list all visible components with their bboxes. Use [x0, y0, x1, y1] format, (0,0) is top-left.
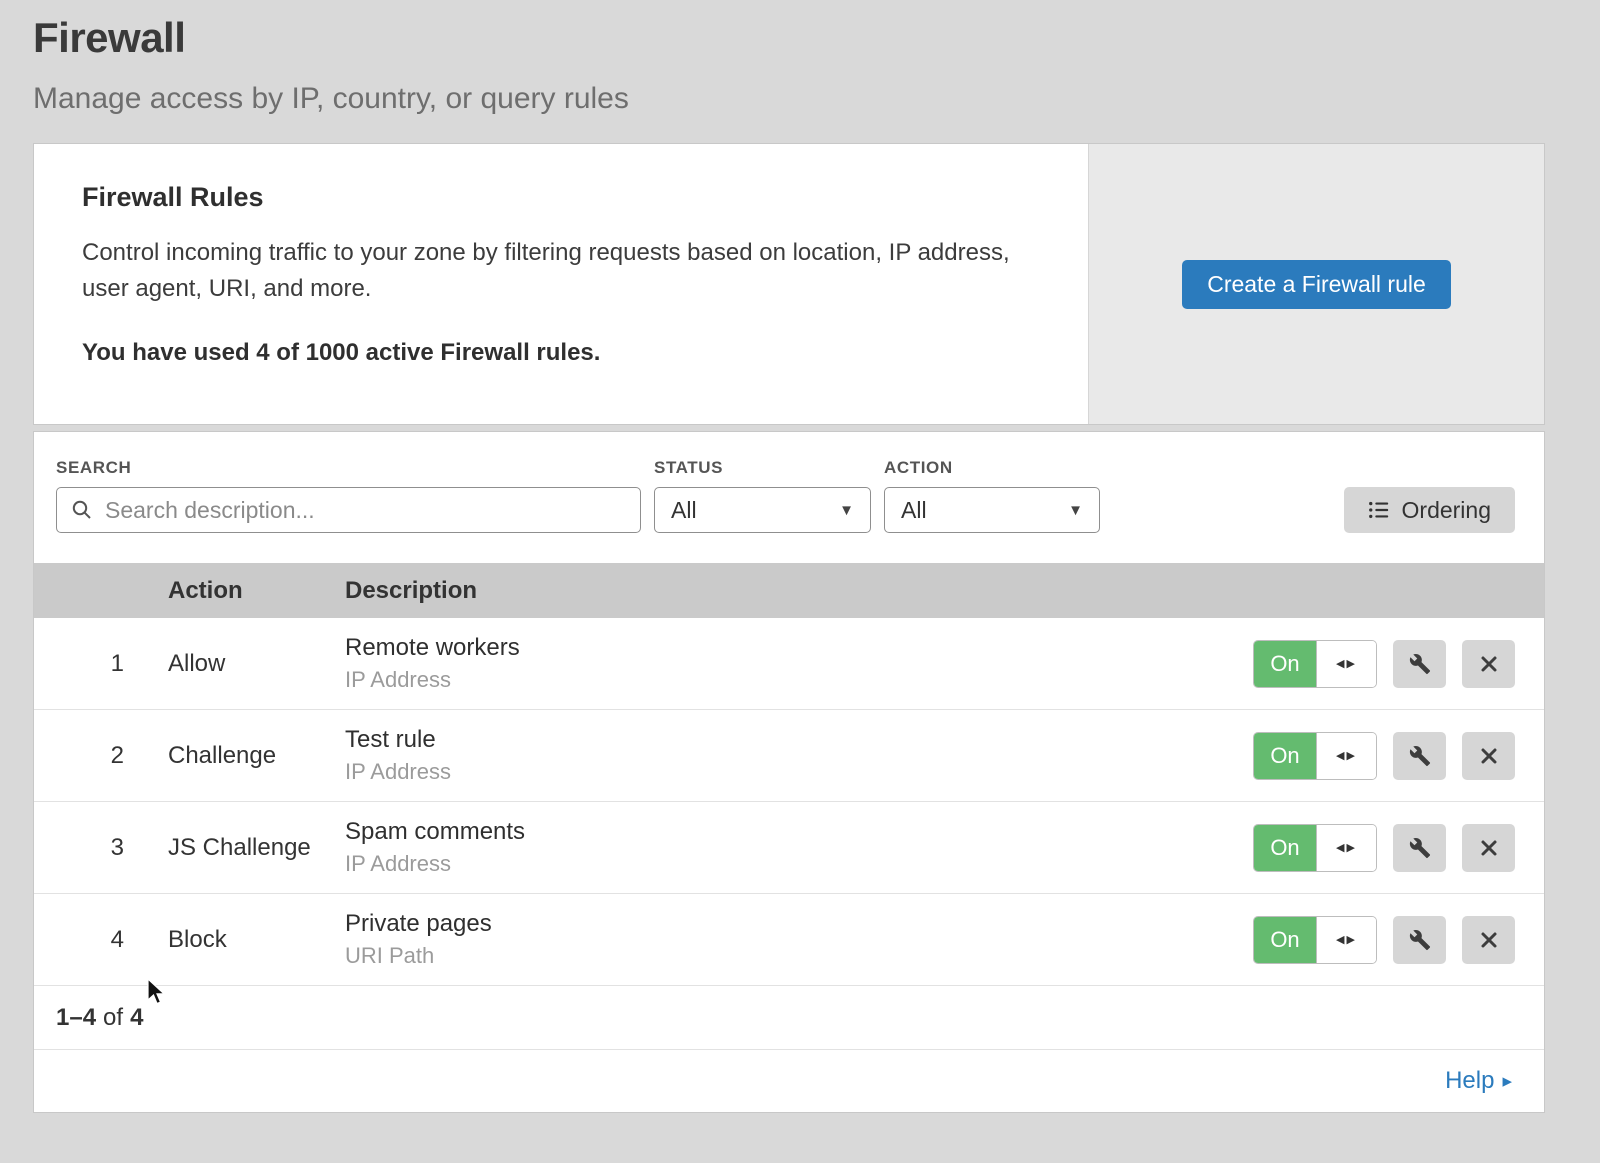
status-select[interactable]: All ▼ — [654, 487, 871, 533]
rule-enabled-toggle[interactable]: On ◀▶ — [1253, 916, 1377, 964]
table-row: 4 Block Private pages URI Path On ◀▶ — [34, 894, 1544, 986]
close-icon — [1479, 654, 1499, 674]
rule-action: Challenge — [168, 742, 345, 770]
action-column-header: Action — [168, 577, 345, 605]
rule-description: Remote workers — [345, 634, 1253, 662]
rule-number: 1 — [34, 650, 168, 678]
rule-match-type: IP Address — [345, 851, 1253, 877]
edit-rule-button[interactable] — [1393, 916, 1446, 964]
toggle-on-label[interactable]: On — [1254, 917, 1316, 963]
status-selected-value: All — [671, 497, 697, 524]
close-icon — [1479, 838, 1499, 858]
edit-rule-button[interactable] — [1393, 824, 1446, 872]
rule-description-cell: Private pages URI Path — [345, 910, 1253, 969]
action-selected-value: All — [901, 497, 927, 524]
card-description: Control incoming traffic to your zone by… — [82, 235, 1032, 307]
rule-description: Spam comments — [345, 818, 1253, 846]
close-icon — [1479, 930, 1499, 950]
table-row: 2 Challenge Test rule IP Address On ◀▶ — [34, 710, 1544, 802]
help-row: Help ▸ — [34, 1050, 1544, 1112]
close-icon — [1479, 746, 1499, 766]
wrench-icon — [1409, 929, 1431, 951]
delete-rule-button[interactable] — [1462, 732, 1515, 780]
rule-description-cell: Remote workers IP Address — [345, 634, 1253, 693]
search-input-wrapper[interactable] — [56, 487, 641, 533]
wrench-icon — [1409, 653, 1431, 675]
rule-enabled-toggle[interactable]: On ◀▶ — [1253, 732, 1377, 780]
ordering-button-label: Ordering — [1402, 497, 1491, 524]
delete-rule-button[interactable] — [1462, 916, 1515, 964]
rule-controls: On ◀▶ — [1253, 916, 1544, 964]
rule-match-type: IP Address — [345, 759, 1253, 785]
rule-action: Allow — [168, 650, 345, 678]
action-select[interactable]: All ▼ — [884, 487, 1100, 533]
description-column-header: Description — [345, 577, 1544, 605]
action-label: ACTION — [884, 458, 1100, 478]
pagination-range: 1–4 — [56, 1004, 96, 1032]
firewall-page: Firewall Manage access by IP, country, o… — [0, 0, 1600, 1113]
help-link[interactable]: Help ▸ — [1445, 1067, 1512, 1095]
rule-enabled-toggle[interactable]: On ◀▶ — [1253, 824, 1377, 872]
pagination-of: of — [103, 1004, 123, 1032]
card-action-panel: Create a Firewall rule — [1088, 144, 1544, 424]
delete-rule-button[interactable] — [1462, 640, 1515, 688]
rule-description-cell: Spam comments IP Address — [345, 818, 1253, 877]
rule-action: JS Challenge — [168, 834, 345, 862]
pagination: 1–4 of 4 — [34, 986, 1544, 1050]
ordering-list-icon — [1368, 499, 1390, 521]
filters-bar: SEARCH STATUS All ▼ — [34, 432, 1544, 563]
rules-table-body: 1 Allow Remote workers IP Address On ◀▶ — [34, 618, 1544, 986]
card-heading: Firewall Rules — [82, 182, 1040, 213]
edit-rule-button[interactable] — [1393, 732, 1446, 780]
search-label: SEARCH — [56, 458, 641, 478]
rule-number: 3 — [34, 834, 168, 862]
search-input[interactable] — [103, 496, 626, 525]
rule-enabled-toggle[interactable]: On ◀▶ — [1253, 640, 1377, 688]
toggle-knob-icon[interactable]: ◀▶ — [1316, 641, 1376, 687]
status-filter-group: STATUS All ▼ — [654, 458, 871, 533]
delete-rule-button[interactable] — [1462, 824, 1515, 872]
toggle-on-label[interactable]: On — [1254, 641, 1316, 687]
rule-controls: On ◀▶ — [1253, 732, 1544, 780]
rules-card: SEARCH STATUS All ▼ — [33, 431, 1545, 1113]
wrench-icon — [1409, 745, 1431, 767]
firewall-rules-card-body: Firewall Rules Control incoming traffic … — [34, 144, 1088, 424]
edit-rule-button[interactable] — [1393, 640, 1446, 688]
chevron-down-icon: ▼ — [839, 502, 854, 519]
toggle-knob-icon[interactable]: ◀▶ — [1316, 825, 1376, 871]
rule-number: 2 — [34, 742, 168, 770]
search-icon — [71, 499, 93, 521]
rule-number: 4 — [34, 926, 168, 954]
usage-text: You have used 4 of 1000 active Firewall … — [82, 339, 1040, 367]
firewall-rules-card: Firewall Rules Control incoming traffic … — [33, 143, 1545, 425]
status-label: STATUS — [654, 458, 871, 478]
rule-action: Block — [168, 926, 345, 954]
rule-description-cell: Test rule IP Address — [345, 726, 1253, 785]
rule-description: Test rule — [345, 726, 1253, 754]
toggle-on-label[interactable]: On — [1254, 825, 1316, 871]
action-filter-group: ACTION All ▼ — [884, 458, 1100, 533]
arrow-right-icon: ▸ — [1502, 1070, 1512, 1093]
ordering-button[interactable]: Ordering — [1344, 487, 1515, 533]
toggle-on-label[interactable]: On — [1254, 733, 1316, 779]
page-title: Firewall — [33, 14, 1600, 62]
rule-match-type: URI Path — [345, 943, 1253, 969]
page-subtitle: Manage access by IP, country, or query r… — [33, 82, 1600, 116]
create-firewall-rule-button[interactable]: Create a Firewall rule — [1182, 260, 1451, 309]
table-row: 3 JS Challenge Spam comments IP Address … — [34, 802, 1544, 894]
rule-description: Private pages — [345, 910, 1253, 938]
help-link-label: Help — [1445, 1067, 1494, 1095]
table-header: Action Description — [34, 563, 1544, 618]
pagination-total: 4 — [130, 1004, 143, 1032]
rule-controls: On ◀▶ — [1253, 640, 1544, 688]
rule-match-type: IP Address — [345, 667, 1253, 693]
wrench-icon — [1409, 837, 1431, 859]
chevron-down-icon: ▼ — [1068, 502, 1083, 519]
toggle-knob-icon[interactable]: ◀▶ — [1316, 917, 1376, 963]
search-filter-group: SEARCH — [56, 458, 641, 533]
rule-controls: On ◀▶ — [1253, 824, 1544, 872]
toggle-knob-icon[interactable]: ◀▶ — [1316, 733, 1376, 779]
table-row: 1 Allow Remote workers IP Address On ◀▶ — [34, 618, 1544, 710]
